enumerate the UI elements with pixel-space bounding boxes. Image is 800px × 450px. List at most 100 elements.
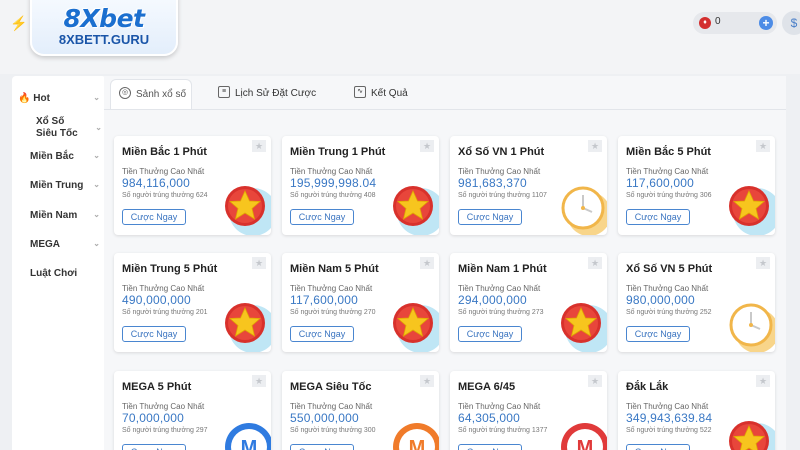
card-title: MEGA 6/45 bbox=[458, 381, 516, 393]
card-winner-count: Số người trúng thưởng 252 bbox=[626, 309, 712, 316]
lottery-card[interactable]: Đắk Lắk ★ Tiền Thưởng Cao Nhất 349,943,639.… bbox=[618, 371, 775, 450]
lottery-card[interactable]: Miền Nam 5 Phút ★ Tiền Thưởng Cao Nhất 117,… bbox=[282, 253, 439, 352]
bet-now-button[interactable]: Cược Ngay bbox=[458, 444, 522, 450]
deposit-plus-icon[interactable]: + bbox=[759, 16, 773, 30]
favorite-star-icon[interactable]: ★ bbox=[756, 257, 770, 269]
top-bar: ⚡ 8Xbet 8XBETT.GURU ♦ 0 + $ bbox=[0, 0, 800, 74]
card-prize-amount: 294,000,000 bbox=[458, 293, 527, 307]
sidebar-item-mien-trung[interactable]: Miền Trung ⌄ bbox=[18, 180, 102, 191]
svg-text:M: M bbox=[577, 437, 594, 450]
lottery-card[interactable]: MEGA 5 Phút ★ Tiền Thưởng Cao Nhất 70,000,0… bbox=[114, 371, 271, 450]
card-winner-count: Số người trúng thưởng 1377 bbox=[458, 427, 548, 434]
favorite-star-icon[interactable]: ★ bbox=[252, 140, 266, 152]
card-winner-count: Số người trúng thưởng 297 bbox=[122, 427, 208, 434]
tab-label: Lịch Sử Đặt Cược bbox=[235, 88, 317, 99]
card-prize-label: Tiền Thưởng Cao Nhất bbox=[626, 284, 709, 293]
card-title: Miền Bắc 1 Phút bbox=[122, 146, 207, 158]
lottery-card[interactable]: Miền Bắc 1 Phút ★ Tiền Thưởng Cao Nhất 984,… bbox=[114, 136, 271, 235]
bet-now-button[interactable]: Cược Ngay bbox=[122, 326, 186, 342]
wallet-icon[interactable]: $ bbox=[782, 11, 800, 35]
sidebar-item-label: Miền Bắc bbox=[30, 151, 74, 162]
svg-text:M: M bbox=[241, 437, 258, 450]
lottery-card[interactable]: Miền Bắc 5 Phút ★ Tiền Thưởng Cao Nhất 117,… bbox=[618, 136, 775, 235]
lottery-card[interactable]: Miền Trung 1 Phút ★ Tiền Thưởng Cao Nhất 19… bbox=[282, 136, 439, 235]
star-icon bbox=[389, 182, 439, 235]
star-icon bbox=[221, 182, 271, 235]
tab-bar: ◎ Sảnh xổ số ≡ Lịch Sử Đặt Cược ∿ Kết Quả bbox=[104, 76, 786, 110]
bet-now-button[interactable]: Cược Ngay bbox=[626, 444, 690, 450]
lottery-card[interactable]: Xổ Số VN 5 Phút ★ Tiền Thưởng Cao Nhất 980,… bbox=[618, 253, 775, 352]
bet-now-button[interactable]: Cược Ngay bbox=[122, 444, 186, 450]
favorite-star-icon[interactable]: ★ bbox=[420, 257, 434, 269]
bet-now-button[interactable]: Cược Ngay bbox=[458, 209, 522, 225]
card-title: Xổ Số VN 1 Phút bbox=[458, 146, 545, 158]
bet-now-button[interactable]: Cược Ngay bbox=[290, 209, 354, 225]
lottery-card[interactable]: MEGA 6/45 ★ Tiền Thưởng Cao Nhất 64,305,000… bbox=[450, 371, 607, 450]
logo-domain: 8XBETT.GURU bbox=[58, 32, 150, 47]
tab-lich-su-dat-cuoc[interactable]: ≡ Lịch Sử Đặt Cược bbox=[216, 79, 326, 109]
sidebar-item-hot[interactable]: 🔥 Hot ⌄ bbox=[18, 93, 102, 104]
card-prize-amount: 490,000,000 bbox=[122, 293, 191, 307]
card-prize-label: Tiền Thưởng Cao Nhất bbox=[290, 284, 373, 293]
card-prize-amount: 550,000,000 bbox=[290, 411, 359, 425]
favorite-star-icon[interactable]: ★ bbox=[420, 375, 434, 387]
card-prize-label: Tiền Thưởng Cao Nhất bbox=[290, 402, 373, 411]
bet-now-button[interactable]: Cược Ngay bbox=[122, 209, 186, 225]
lightning-icon[interactable]: ⚡ bbox=[8, 12, 30, 34]
lottery-card[interactable]: Miền Nam 1 Phút ★ Tiền Thưởng Cao Nhất 294,… bbox=[450, 253, 607, 352]
card-prize-amount: 64,305,000 bbox=[458, 411, 521, 425]
sidebar-item-label: Hot bbox=[33, 93, 50, 104]
card-prize-label: Tiền Thưởng Cao Nhất bbox=[626, 167, 709, 176]
card-winner-count: Số người trúng thưởng 522 bbox=[626, 427, 712, 434]
favorite-star-icon[interactable]: ★ bbox=[252, 375, 266, 387]
lottery-hall-icon: ◎ bbox=[119, 87, 131, 100]
bet-now-button[interactable]: Cược Ngay bbox=[290, 444, 354, 450]
sidebar-item-mien-nam[interactable]: Miền Nam ⌄ bbox=[18, 210, 102, 221]
sidebar-item-mien-bac[interactable]: Miền Bắc ⌄ bbox=[18, 151, 102, 162]
favorite-star-icon[interactable]: ★ bbox=[588, 375, 602, 387]
card-title: Xổ Số VN 5 Phút bbox=[626, 263, 713, 275]
favorite-star-icon[interactable]: ★ bbox=[756, 375, 770, 387]
card-prize-amount: 981,683,370 bbox=[458, 176, 527, 190]
star-icon bbox=[725, 417, 775, 450]
bet-now-button[interactable]: Cược Ngay bbox=[290, 326, 354, 342]
mega-blue-icon: M bbox=[221, 417, 271, 450]
favorite-star-icon[interactable]: ★ bbox=[420, 140, 434, 152]
sidebar-item-label: Luật Chơi bbox=[30, 268, 78, 279]
card-winner-count: Số người trúng thưởng 306 bbox=[626, 192, 712, 199]
history-icon: ≡ bbox=[218, 86, 230, 99]
favorite-star-icon[interactable]: ★ bbox=[252, 257, 266, 269]
card-prize-label: Tiền Thưởng Cao Nhất bbox=[290, 167, 373, 176]
chevron-down-icon: ⌄ bbox=[93, 180, 100, 189]
tab-ket-qua[interactable]: ∿ Kết Quả bbox=[352, 79, 422, 109]
sidebar-item-label: MEGA bbox=[30, 239, 60, 250]
sidebar-item-luat-choi[interactable]: Luật Chơi bbox=[18, 268, 102, 279]
bet-now-button[interactable]: Cược Ngay bbox=[626, 326, 690, 342]
tab-sanh-xo-so[interactable]: ◎ Sảnh xổ số bbox=[110, 79, 192, 109]
card-winner-count: Số người trúng thưởng 201 bbox=[122, 309, 208, 316]
sidebar-item-xo-so-sieu-toc[interactable]: Xổ Số Siêu Tốc ⌄ bbox=[18, 116, 102, 140]
card-prize-amount: 117,600,000 bbox=[626, 176, 695, 190]
sidebar-item-label: Miền Nam bbox=[30, 210, 78, 221]
chevron-down-icon: ⌄ bbox=[93, 93, 100, 102]
bet-now-button[interactable]: Cược Ngay bbox=[626, 209, 690, 225]
card-prize-amount: 195,999,998.04 bbox=[290, 176, 377, 190]
card-prize-label: Tiền Thưởng Cao Nhất bbox=[122, 167, 205, 176]
favorite-star-icon[interactable]: ★ bbox=[588, 257, 602, 269]
tab-label: Kết Quả bbox=[371, 88, 408, 99]
lottery-card[interactable]: Xổ Số VN 1 Phút ★ Tiền Thưởng Cao Nhất 981,… bbox=[450, 136, 607, 235]
favorite-star-icon[interactable]: ★ bbox=[588, 140, 602, 152]
card-title: Miền Trung 1 Phút bbox=[290, 146, 386, 158]
sidebar-item-label: Miền Trung bbox=[30, 180, 84, 191]
balance-pill: ♦ 0 + bbox=[693, 12, 777, 34]
lottery-card[interactable]: Miền Trung 5 Phút ★ Tiền Thưởng Cao Nhất 49… bbox=[114, 253, 271, 352]
lottery-card[interactable]: MEGA Siêu Tốc ★ Tiền Thưởng Cao Nhất 550,00… bbox=[282, 371, 439, 450]
sidebar: 🔥 Hot ⌄ Xổ Số Siêu Tốc ⌄ Miền Bắc ⌄ Miền… bbox=[12, 76, 106, 450]
brand-logo[interactable]: 8Xbet 8XBETT.GURU bbox=[30, 0, 178, 56]
card-title: Miền Nam 5 Phút bbox=[290, 263, 379, 275]
chevron-down-icon: ⌄ bbox=[93, 239, 100, 248]
favorite-star-icon[interactable]: ★ bbox=[756, 140, 770, 152]
clock-icon bbox=[725, 299, 775, 352]
sidebar-item-mega[interactable]: MEGA ⌄ bbox=[18, 239, 102, 250]
bet-now-button[interactable]: Cược Ngay bbox=[458, 326, 522, 342]
